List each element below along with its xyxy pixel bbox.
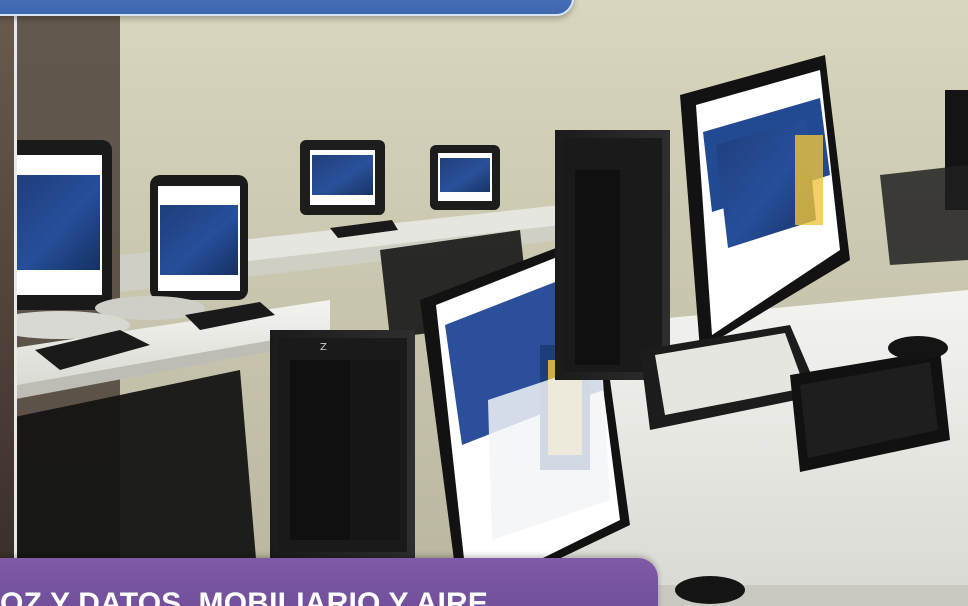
left-frame (0, 0, 17, 560)
computer-lab-photo: Z (0, 0, 968, 606)
svg-text:Z: Z (320, 342, 327, 353)
top-banner (0, 0, 574, 16)
caption-text: OZ Y DATOS, MOBILIARIO Y AIRE (0, 587, 489, 606)
page: Z OZ Y DATOS, MOBILIARIO Y AIRE (0, 0, 968, 606)
